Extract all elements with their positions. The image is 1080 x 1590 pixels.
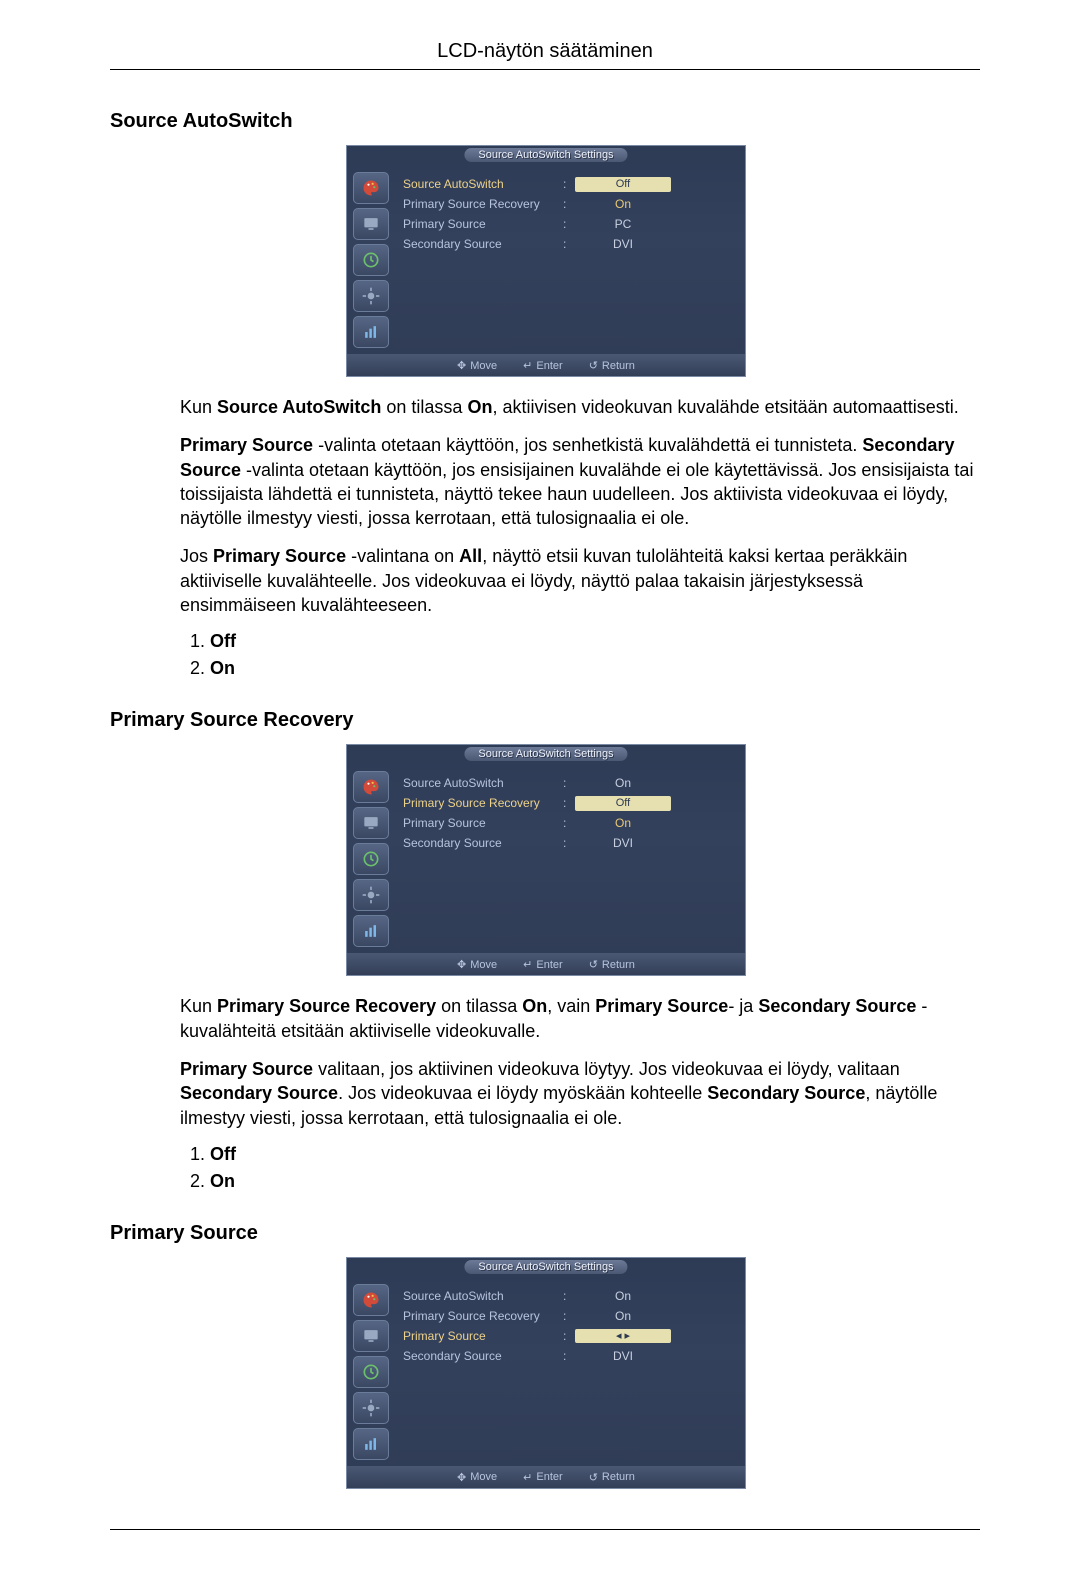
- osd-screenshot-3: Source AutoSwitch Settings Source AutoSw…: [346, 1257, 744, 1489]
- osd-nav-bar: ✥ Move ↵ Enter ↺ Return: [347, 354, 745, 376]
- osd-row-label: Primary Source Recovery: [403, 1309, 563, 1323]
- osd-main: Source AutoSwitch:On Primary Source Reco…: [393, 1278, 745, 1466]
- osd-title: Source AutoSwitch Settings: [464, 148, 627, 162]
- display-icon: [353, 208, 389, 240]
- gear-icon: [353, 879, 389, 911]
- list-item: On: [210, 658, 980, 679]
- display-icon: [353, 807, 389, 839]
- osd-nav-return: Return: [602, 959, 635, 971]
- page-header-title: LCD-näytön säätäminen: [110, 40, 980, 70]
- osd-title: Source AutoSwitch Settings: [464, 747, 627, 761]
- osd-row-value: PC: [575, 217, 671, 231]
- return-icon: ↺: [589, 359, 598, 372]
- list-item: Off: [210, 631, 980, 652]
- osd-row-value: DVI: [575, 1349, 671, 1363]
- return-icon: ↺: [589, 958, 598, 971]
- osd-nav-return: Return: [602, 360, 635, 372]
- palette-icon: [353, 1284, 389, 1316]
- osd-row-value-bar: ◂ ▸: [575, 1329, 671, 1343]
- enter-icon: ↵: [523, 958, 532, 971]
- osd-row-label: Primary Source: [403, 1329, 563, 1343]
- display-icon: [353, 1320, 389, 1352]
- osd-nav-move: Move: [470, 360, 497, 372]
- heading-primary-source-recovery: Primary Source Recovery: [110, 709, 980, 732]
- list-item: Off: [210, 1144, 980, 1165]
- palette-icon: [353, 172, 389, 204]
- osd-main: Source AutoSwitch:On Primary Source Reco…: [393, 765, 745, 953]
- osd-row-label: Source AutoSwitch: [403, 1289, 563, 1303]
- osd-row-label: Primary Source Recovery: [403, 796, 563, 810]
- osd-main: Source AutoSwitch:Off Primary Source Rec…: [393, 166, 745, 354]
- osd-nav-enter: Enter: [536, 959, 562, 971]
- osd-nav-enter: Enter: [536, 1471, 562, 1483]
- option-list-1: Off On: [180, 631, 980, 679]
- chart-icon: [353, 1428, 389, 1460]
- heading-source-autoswitch: Source AutoSwitch: [110, 110, 980, 133]
- osd-row-label: Secondary Source: [403, 1349, 563, 1363]
- osd-row-label: Source AutoSwitch: [403, 776, 563, 790]
- list-item: On: [210, 1171, 980, 1192]
- footer-rule: [110, 1529, 980, 1530]
- osd-row-value: On: [575, 1289, 671, 1303]
- gear-icon: [353, 1392, 389, 1424]
- osd-sidebar: [347, 1278, 393, 1466]
- gear-icon: [353, 280, 389, 312]
- osd-row-label: Primary Source: [403, 217, 563, 231]
- enter-icon: ↵: [523, 1471, 532, 1484]
- osd-row-label: Secondary Source: [403, 237, 563, 251]
- osd-row-label: Primary Source Recovery: [403, 197, 563, 211]
- osd-nav-return: Return: [602, 1471, 635, 1483]
- osd-screenshot-2: Source AutoSwitch Settings Source AutoSw…: [346, 744, 744, 976]
- clock-icon: [353, 1356, 389, 1388]
- osd-row-label: Primary Source: [403, 816, 563, 830]
- osd-row-value: On: [575, 816, 671, 830]
- osd-nav-bar: ✥ Move ↵ Enter ↺ Return: [347, 953, 745, 975]
- osd-nav-enter: Enter: [536, 360, 562, 372]
- enter-icon: ↵: [523, 359, 532, 372]
- osd-row-value: On: [575, 197, 671, 211]
- clock-icon: [353, 843, 389, 875]
- option-list-2: Off On: [180, 1144, 980, 1192]
- chart-icon: [353, 316, 389, 348]
- body-text-1: Kun Source AutoSwitch on tilassa On, akt…: [180, 395, 980, 617]
- osd-nav-move: Move: [470, 1471, 497, 1483]
- osd-title: Source AutoSwitch Settings: [464, 1260, 627, 1274]
- osd-nav-bar: ✥ Move ↵ Enter ↺ Return: [347, 1466, 745, 1488]
- move-arrows-icon: ✥: [457, 958, 466, 971]
- osd-row-value: Off: [575, 796, 671, 811]
- osd-row-value: On: [575, 776, 671, 790]
- heading-primary-source: Primary Source: [110, 1222, 980, 1245]
- osd-row-value: DVI: [575, 237, 671, 251]
- osd-screenshot-1: Source AutoSwitch Settings Source AutoSw…: [346, 145, 744, 377]
- document-page: LCD-näytön säätäminen Source AutoSwitch …: [0, 0, 1080, 1590]
- palette-icon: [353, 771, 389, 803]
- osd-row-label: Secondary Source: [403, 836, 563, 850]
- osd-sidebar: [347, 166, 393, 354]
- osd-row-value: DVI: [575, 836, 671, 850]
- move-arrows-icon: ✥: [457, 359, 466, 372]
- move-arrows-icon: ✥: [457, 1471, 466, 1484]
- osd-row-value: Off: [575, 177, 671, 192]
- osd-row-label: Source AutoSwitch: [403, 177, 563, 191]
- osd-sidebar: [347, 765, 393, 953]
- chart-icon: [353, 915, 389, 947]
- return-icon: ↺: [589, 1471, 598, 1484]
- osd-row-value: On: [575, 1309, 671, 1323]
- body-text-2: Kun Primary Source Recovery on tilassa O…: [180, 994, 980, 1129]
- clock-icon: [353, 244, 389, 276]
- osd-nav-move: Move: [470, 959, 497, 971]
